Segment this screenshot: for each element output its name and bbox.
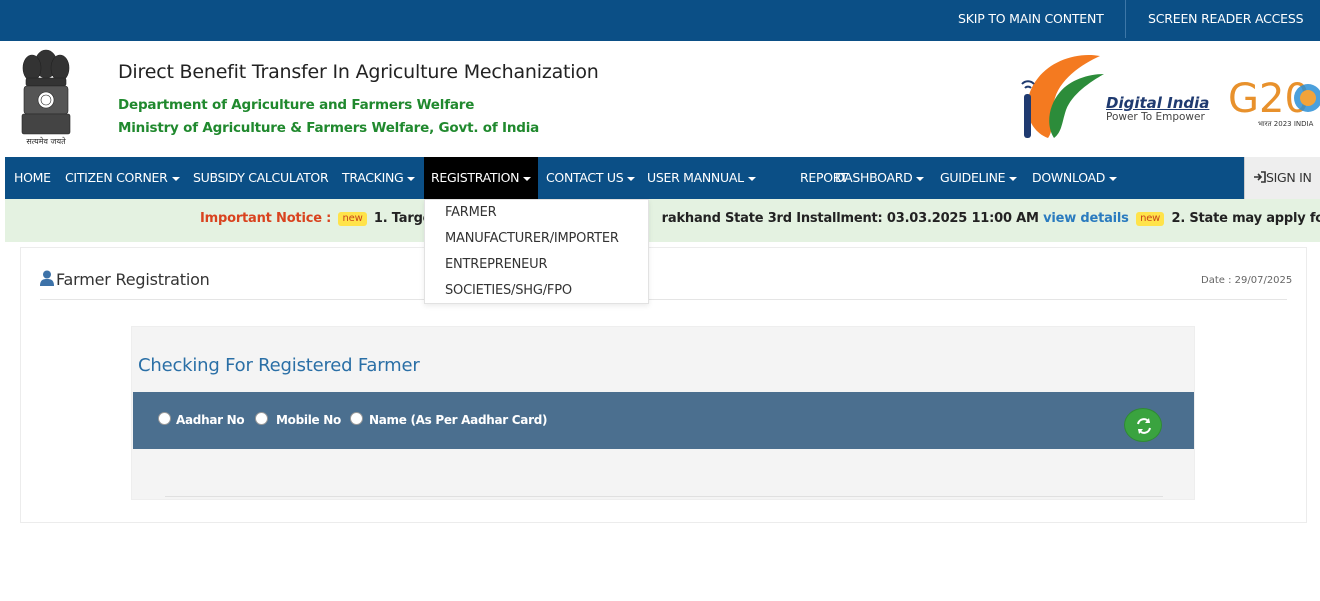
g20-subtext: भारत 2023 INDIA <box>1258 120 1314 128</box>
emblem-caption: सत्यमेव जयते <box>26 136 66 146</box>
refresh-icon <box>1137 418 1151 434</box>
ministry-name: Ministry of Agriculture & Farmers Welfar… <box>118 120 540 136</box>
nav-guideline-label: GUIDELINE <box>940 170 1006 185</box>
top-bar-divider <box>1125 0 1126 38</box>
mobile-radio[interactable] <box>255 412 268 425</box>
nav-user-manual-label: USER MANNUAL <box>647 170 744 185</box>
nav-guideline[interactable]: GUIDELINE <box>933 157 1024 199</box>
main-navigation: HOME CITIZEN CORNER SUBSIDY CALCULATOR T… <box>5 157 1320 199</box>
g20-icon: G20 भारत 2023 INDIA <box>1228 76 1320 128</box>
nav-tracking[interactable]: TRACKING <box>335 157 422 199</box>
nav-user-manual[interactable]: USER MANNUAL <box>640 157 763 199</box>
site-title: Direct Benefit Transfer In Agriculture M… <box>118 61 599 83</box>
new-badge: new <box>1136 211 1165 226</box>
nav-home[interactable]: HOME <box>7 157 58 199</box>
notice-marquee: Important Notice : new 1. Target rakhand… <box>5 199 1320 242</box>
skip-to-main-content-link[interactable]: SKIP TO MAIN CONTENT <box>958 11 1104 26</box>
nav-dashboard-label: DASHBOARD <box>835 170 913 185</box>
notice-track: Important Notice : new 1. Target rakhand… <box>200 211 1320 226</box>
registration-dropdown-menu: FARMER MANUFACTURER/IMPORTER ENTREPRENEU… <box>424 199 649 304</box>
nav-contact-us[interactable]: CONTACT US <box>539 157 642 199</box>
name-radio[interactable] <box>350 412 363 425</box>
title-divider <box>40 299 1287 300</box>
nav-download[interactable]: DOWNLOAD <box>1025 157 1124 199</box>
check-title: Checking For Registered Farmer <box>138 355 420 376</box>
chevron-down-icon <box>523 176 532 181</box>
notice-label: Important Notice : <box>200 211 332 226</box>
refresh-button[interactable] <box>1124 408 1162 442</box>
user-icon <box>40 270 54 286</box>
chevron-down-icon <box>747 176 756 181</box>
name-radio-label[interactable]: Name (As Per Aadhar Card) <box>369 413 548 427</box>
page-title-text: Farmer Registration <box>56 270 210 289</box>
emblem-icon: सत्यमेव जयते <box>21 49 71 146</box>
current-date: Date : 29/07/2025 <box>1201 275 1293 286</box>
chevron-down-icon <box>171 176 180 181</box>
menu-item-manufacturer-importer[interactable]: MANUFACTURER/IMPORTER <box>445 231 619 246</box>
page-title: Farmer Registration <box>40 270 210 289</box>
mobile-radio-label[interactable]: Mobile No <box>276 413 341 427</box>
screen-reader-access-link[interactable]: SCREEN READER ACCESS <box>1148 11 1304 26</box>
nav-dashboard[interactable]: DASHBOARD <box>828 157 931 199</box>
sign-in-label: SIGN IN <box>1266 170 1312 185</box>
top-bar: SKIP TO MAIN CONTENT SCREEN READER ACCES… <box>0 0 1320 41</box>
well-divider <box>165 496 1163 497</box>
nav-subsidy-calculator[interactable]: SUBSIDY CALCULATOR <box>186 157 335 199</box>
nav-home-label: HOME <box>14 170 51 185</box>
menu-item-societies-shg-fpo[interactable]: SOCIETIES/SHG/FPO <box>445 283 572 298</box>
digital-india-text: Digital India <box>1106 94 1210 112</box>
g20-logo[interactable]: G20 भारत 2023 INDIA <box>1228 72 1320 134</box>
chevron-down-icon <box>1109 176 1118 181</box>
digital-india-icon <box>1021 54 1104 138</box>
nav-registration[interactable]: REGISTRATION <box>424 157 539 199</box>
chevron-down-icon <box>627 176 636 181</box>
department-name: Department of Agriculture and Farmers We… <box>118 97 475 113</box>
menu-item-farmer[interactable]: FARMER <box>445 205 497 220</box>
new-badge: new <box>338 211 367 226</box>
notice-text-1-rest: rakhand State 3rd Installment: 03.03.202… <box>661 211 1039 226</box>
view-details-link[interactable]: view details <box>1043 211 1129 226</box>
nav-tracking-label: TRACKING <box>342 170 404 185</box>
nav-contact-us-label: CONTACT US <box>546 170 624 185</box>
sign-in-button[interactable]: SIGN IN <box>1244 157 1320 199</box>
nav-citizen-corner[interactable]: CITIZEN CORNER <box>58 157 187 199</box>
aadhar-radio[interactable] <box>158 412 171 425</box>
chevron-down-icon <box>407 176 416 181</box>
notice-text-2: 2. State may apply for Annua <box>1171 211 1320 226</box>
digital-india-tagline: Power To Empower <box>1106 111 1205 123</box>
national-emblem-logo[interactable]: सत्यमेव जयते <box>12 44 80 148</box>
nav-download-label: DOWNLOAD <box>1032 170 1106 185</box>
aadhar-radio-label[interactable]: Aadhar No <box>176 413 245 427</box>
digital-india-logo[interactable] <box>1018 50 1110 144</box>
nav-subsidy-calculator-label: SUBSIDY CALCULATOR <box>193 170 329 185</box>
chevron-down-icon <box>916 176 925 181</box>
nav-registration-label: REGISTRATION <box>431 170 520 185</box>
sign-in-icon <box>1254 171 1266 183</box>
chevron-down-icon <box>1009 176 1018 181</box>
menu-item-entrepreneur[interactable]: ENTREPRENEUR <box>445 257 548 272</box>
nav-citizen-corner-label: CITIZEN CORNER <box>65 170 168 185</box>
